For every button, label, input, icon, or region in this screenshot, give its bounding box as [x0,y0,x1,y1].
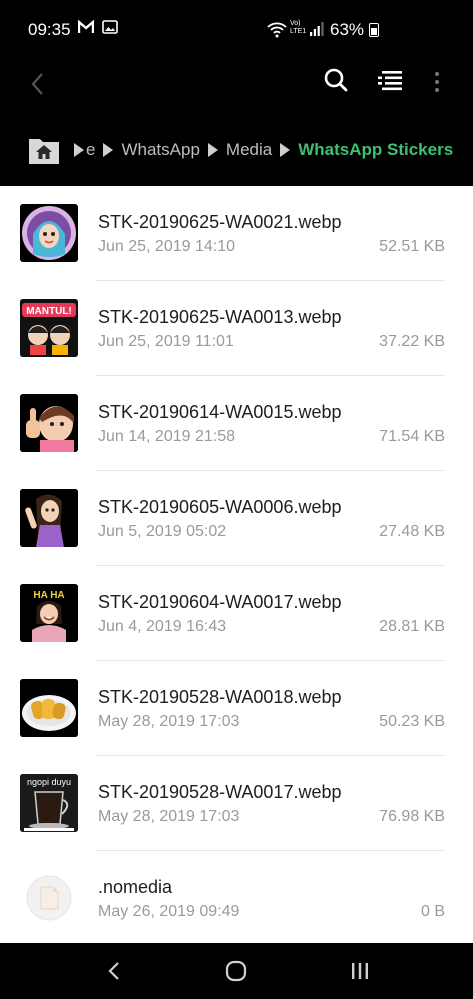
status-notification-icons [78,20,118,34]
sticker-thumbnail: HA HA [20,584,78,642]
nav-home-button[interactable] [222,957,250,985]
file-row[interactable]: STK-20190605-WA0006.webp Jun 5, 2019 05:… [0,471,473,566]
list-view-icon [378,71,402,91]
breadcrumb: e WhatsApp Media WhatsApp Stickers [0,124,473,186]
file-size: 27.48 KB [379,523,445,540]
file-name: STK-20190528-WA0018.webp [98,687,342,707]
crumb-media[interactable]: Media [226,140,272,160]
chevron-left-icon [31,73,43,95]
file-date: May 26, 2019 09:49 [98,903,240,920]
crumb-separator-icon [74,143,84,157]
file-size: 71.54 KB [379,428,445,445]
sticker-thumbnail [20,489,78,547]
nav-back-button[interactable] [100,957,128,985]
file-row[interactable]: HA HA STK-20190604-WA0017.webp Jun 4, 20… [0,566,473,661]
file-row[interactable]: MANTUL! STK-20190625-WA0013.webp Jun 25,… [0,281,473,376]
file-icon [26,875,72,921]
home-folder-button[interactable] [28,135,60,165]
file-size: 37.22 KB [379,333,445,350]
sticker-thumbnail [20,204,78,262]
file-list: STK-20190625-WA0021.webp Jun 25, 2019 14… [0,186,473,943]
sticker-thumbnail: ngopi duyu [20,774,78,832]
wifi-calling-icon [267,22,287,38]
gmail-icon [78,20,94,33]
file-date: Jun 5, 2019 05:02 [98,523,227,540]
app-bar [0,60,473,124]
file-date: Jun 14, 2019 21:58 [98,428,236,445]
gallery-icon [102,20,118,34]
file-name: STK-20190625-WA0013.webp [98,307,342,327]
file-date: Jun 4, 2019 16:43 [98,618,227,635]
back-button[interactable] [22,68,54,100]
file-date: Jun 25, 2019 14:10 [98,238,236,255]
signal-icon [310,22,324,36]
file-date: May 28, 2019 17:03 [98,808,240,825]
file-date: Jun 25, 2019 11:01 [98,333,234,350]
search-button[interactable] [322,66,354,98]
home-folder-icon [29,139,59,164]
file-row[interactable]: STK-20190528-WA0018.webp May 28, 2019 17… [0,661,473,756]
crumb-separator-icon [103,143,114,157]
file-size: 0 B [420,903,445,920]
more-options-button[interactable] [430,66,444,98]
status-bar: 09:35 Vo) LTE1 63% [0,0,473,60]
sticker-thumbnail [20,679,78,737]
file-thumbnail [20,869,78,927]
file-name: STK-20190614-WA0015.webp [98,402,342,422]
file-size: 52.51 KB [379,238,445,255]
svg-text:MANTUL!: MANTUL! [26,306,72,317]
file-name: STK-20190604-WA0017.webp [98,592,342,612]
more-vertical-icon [435,72,439,76]
crumb-current[interactable]: WhatsApp Stickers [298,140,453,160]
file-row[interactable]: STK-20190625-WA0021.webp Jun 25, 2019 14… [0,186,473,281]
status-time: 09:35 [28,20,71,39]
search-icon [324,68,348,92]
breadcrumb-path: e WhatsApp Media WhatsApp Stickers [74,140,453,160]
file-size: 50.23 KB [379,713,445,730]
crumb-separator-icon [280,143,291,157]
file-name: STK-20190528-WA0017.webp [98,782,342,802]
nav-recents-button[interactable] [346,957,374,985]
battery-percent: 63% [330,20,365,39]
system-nav-bar [0,943,473,999]
file-row[interactable]: .nomedia May 26, 2019 09:49 0 B [0,851,473,943]
nav-back-icon [108,962,119,980]
file-name: STK-20190625-WA0021.webp [98,212,342,232]
list-view-button[interactable] [376,66,408,98]
battery-icon [369,23,379,37]
file-row[interactable]: ngopi duyu STK-20190528-WA0017.webp May … [0,756,473,851]
file-size: 76.98 KB [379,808,445,825]
crumb-separator-icon [207,143,218,157]
sticker-thumbnail: MANTUL! [20,299,78,357]
file-date: May 28, 2019 17:03 [98,713,240,730]
file-size: 28.81 KB [379,618,445,635]
file-name: .nomedia [98,877,173,897]
network-label: Vo) LTE1 [290,20,307,35]
nav-recents-icon [352,963,368,979]
sticker-thumbnail [20,394,78,452]
svg-text:HA HA: HA HA [33,590,64,601]
crumb-partial[interactable]: e [86,140,95,160]
file-row[interactable]: STK-20190614-WA0015.webp Jun 14, 2019 21… [0,376,473,471]
crumb-whatsapp[interactable]: WhatsApp [121,140,199,160]
file-name: STK-20190605-WA0006.webp [98,497,342,517]
nav-home-icon [225,960,247,982]
svg-text:ngopi duyu: ngopi duyu [27,777,71,787]
